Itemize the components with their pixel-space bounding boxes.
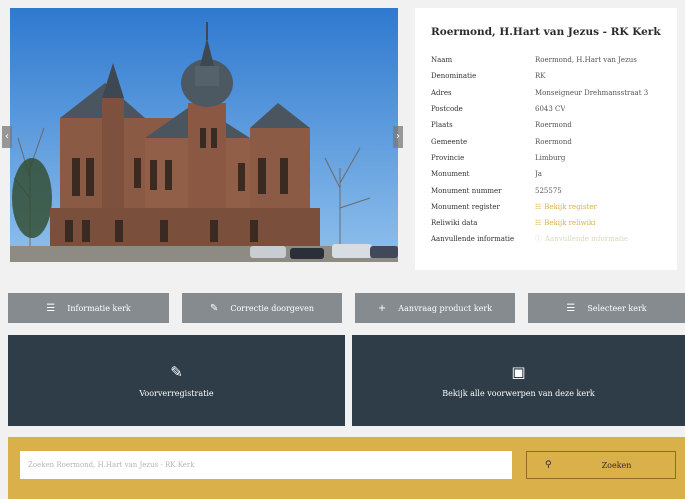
- detail-row-adres: Adres Monseigneur Drehmansstraat 3: [431, 85, 671, 101]
- info-kerk-button[interactable]: ☰ Informatie kerk: [8, 293, 169, 323]
- detail-row-plaats: Plaats Roermond: [431, 117, 671, 133]
- search-bar: ⚲ Zoeken: [8, 437, 685, 499]
- list-icon: ☰: [46, 302, 56, 314]
- list-icon: ☰: [566, 302, 576, 314]
- detail-label: Monument register: [431, 202, 500, 211]
- selecteer-button[interactable]: ☰ Selecteer kerk: [528, 293, 685, 323]
- link-text: Bekijk register: [544, 202, 597, 211]
- detail-value: Ja: [535, 170, 542, 179]
- detail-value: RK: [535, 72, 546, 81]
- edit-icon: ✎: [209, 302, 219, 314]
- detail-value: 6043 CV: [535, 105, 566, 114]
- monument-register-link[interactable]: ☷ Bekijk register: [535, 203, 597, 211]
- church-photo: [10, 8, 398, 262]
- church-title: Roermond, H.Hart van Jezus - RK Kerk: [431, 26, 661, 38]
- detail-row-monument-nummer: Monument nummer 525575: [431, 182, 671, 198]
- detail-value: Roermond, H.Hart van Jezus: [535, 56, 637, 65]
- detail-value: 525575: [535, 186, 562, 195]
- chevron-left-icon: ‹: [5, 131, 9, 142]
- detail-value: Limburg: [535, 153, 566, 162]
- extra-info-link[interactable]: ⓘ Aanvullende informatie: [535, 234, 628, 244]
- alle-voorwerpen-card[interactable]: ▣ Bekijk alle voorwerpen van deze kerk: [352, 335, 685, 426]
- detail-label: Naam: [431, 56, 453, 65]
- correctie-button[interactable]: ✎ Correctie doorgeven: [182, 293, 342, 323]
- card-label: Bekijk alle voorwerpen van deze kerk: [442, 389, 595, 398]
- detail-label: Reliwiki data: [431, 219, 478, 228]
- button-label: Informatie kerk: [67, 303, 131, 313]
- link-text: Aanvullende informatie: [545, 235, 629, 244]
- detail-row-denominatie: Denominatie RK: [431, 68, 671, 84]
- detail-value: Monseigneur Drehmansstraat 3: [535, 88, 649, 97]
- detail-row-monument-register: Monument register ☷ Bekijk register: [431, 199, 671, 215]
- detail-label: Adres: [431, 88, 452, 97]
- carousel-next-button[interactable]: ›: [393, 126, 403, 148]
- detail-label: Aanvullende informatie: [431, 235, 515, 244]
- external-link-icon: ☷: [535, 202, 542, 211]
- detail-row-aanvullende: Aanvullende informatie ⓘ Aanvullende info…: [431, 231, 671, 247]
- image-icon: ▣: [511, 363, 526, 381]
- detail-row-reliwiki: Reliwiki data ☷ Bekijk reliwiki: [431, 215, 671, 231]
- edit-square-icon: ✎: [170, 363, 183, 381]
- plus-icon: +: [377, 302, 387, 314]
- detail-row-postcode: Postcode 6043 CV: [431, 101, 671, 117]
- detail-label: Gemeente: [431, 137, 468, 146]
- carousel-prev-button[interactable]: ‹: [2, 126, 12, 148]
- info-icon: ⓘ: [535, 235, 542, 244]
- link-text: Bekijk reliwiki: [544, 219, 596, 228]
- voorregistratie-card[interactable]: ✎ Voorverregistratie: [8, 335, 345, 426]
- church-details-table: Naam Roermond, H.Hart van Jezus Denomina…: [431, 52, 671, 248]
- detail-label: Plaats: [431, 121, 453, 130]
- detail-value: Roermond: [535, 137, 572, 146]
- detail-value: Roermond: [535, 121, 572, 130]
- detail-label: Monument nummer: [431, 186, 502, 195]
- detail-label: Provincie: [431, 153, 465, 162]
- chevron-right-icon: ›: [396, 131, 400, 142]
- search-input[interactable]: [20, 451, 512, 479]
- detail-row-naam: Naam Roermond, H.Hart van Jezus: [431, 52, 671, 68]
- search-button[interactable]: ⚲ Zoeken: [526, 451, 676, 479]
- church-info-panel: Roermond, H.Hart van Jezus - RK Kerk Naa…: [415, 8, 677, 270]
- action-buttons-row: ☰ Informatie kerk ✎ Correctie doorgeven …: [0, 293, 685, 323]
- church-illustration: [10, 8, 398, 262]
- reliwiki-link[interactable]: ☷ Bekijk reliwiki: [535, 219, 595, 227]
- detail-row-gemeente: Gemeente Roermond: [431, 133, 671, 149]
- button-label: Aanvraag product kerk: [398, 303, 493, 313]
- button-label: Correctie doorgeven: [230, 303, 315, 313]
- detail-label: Denominatie: [431, 72, 477, 81]
- detail-row-monument: Monument Ja: [431, 166, 671, 182]
- detail-label: Postcode: [431, 105, 463, 114]
- search-icon: ⚲: [545, 460, 552, 470]
- card-label: Voorverregistratie: [139, 389, 214, 398]
- button-label: Selecteer kerk: [587, 303, 647, 313]
- search-button-label: Zoeken: [601, 460, 632, 470]
- detail-row-provincie: Provincie Limburg: [431, 150, 671, 166]
- aanvraag-button[interactable]: + Aanvraag product kerk: [355, 293, 515, 323]
- external-link-icon: ☷: [535, 219, 542, 228]
- detail-label: Monument: [431, 170, 470, 179]
